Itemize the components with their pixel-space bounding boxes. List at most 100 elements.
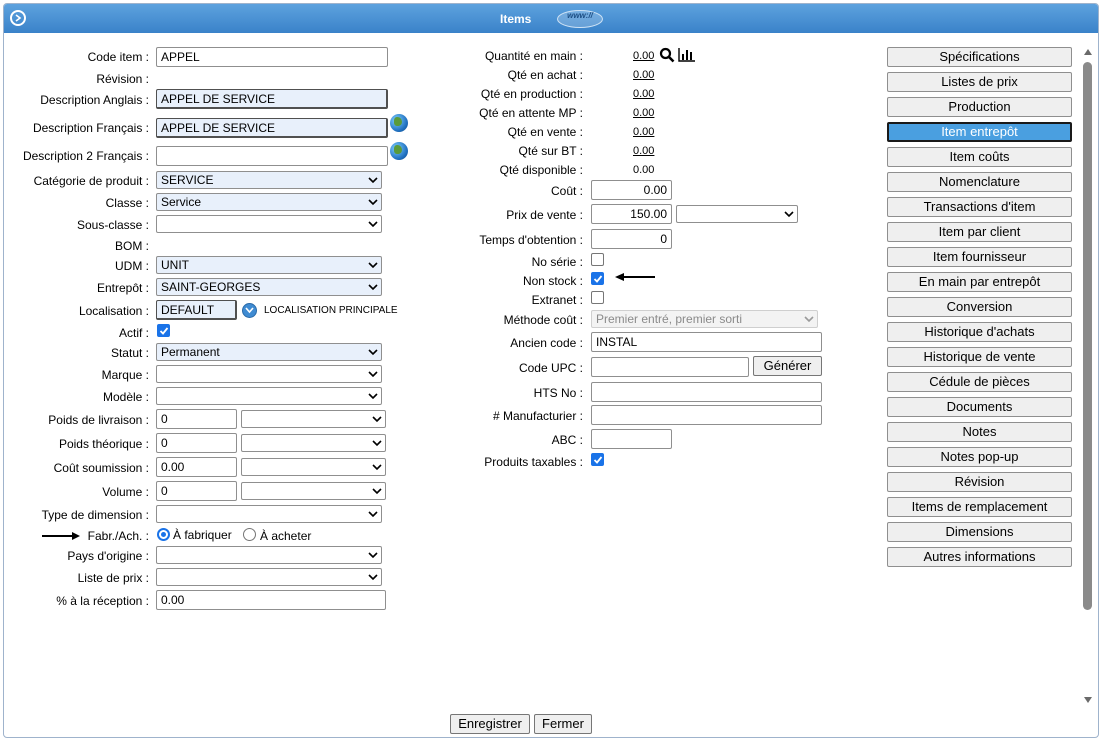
localisation-input[interactable]: DEFAULT	[156, 300, 237, 320]
classe-value: Service	[161, 195, 202, 209]
search-icon[interactable]	[659, 47, 675, 63]
sidebar-item-autres-informations[interactable]: Autres informations	[887, 547, 1072, 567]
qte-attente-mp-link[interactable]: 0.00	[633, 107, 654, 119]
sidebar-item-documents[interactable]: Documents	[887, 397, 1072, 417]
ancien-code-input[interactable]: INSTAL	[591, 332, 822, 352]
chevron-down-icon	[368, 284, 378, 291]
sidebar-item-specifications[interactable]: Spécifications	[887, 47, 1072, 67]
sidebar-item-production[interactable]: Production	[887, 97, 1072, 117]
type-dimension-select[interactable]	[156, 505, 382, 523]
qte-attente-mp-label: Qté en attente MP :	[479, 106, 583, 120]
entrepot-select[interactable]: SAINT-GEORGES	[156, 278, 382, 296]
produits-taxables-checkbox[interactable]	[591, 453, 604, 466]
sidebar-item-transactions-d-item[interactable]: Transactions d'item	[887, 197, 1072, 217]
qte-production-label: Qté en production :	[480, 87, 583, 101]
generer-button[interactable]: Générer	[753, 356, 822, 376]
bar-chart-icon[interactable]	[678, 47, 696, 62]
sidebar-item-item-par-client[interactable]: Item par client	[887, 222, 1072, 242]
sidebar-item-item-fournisseur[interactable]: Item fournisseur	[887, 247, 1072, 267]
chevron-down-icon	[368, 177, 378, 184]
sidebar-item-nomenclature[interactable]: Nomenclature	[887, 172, 1072, 192]
chevron-down-icon	[804, 316, 814, 323]
save-button[interactable]: Enregistrer	[450, 714, 530, 734]
volume-input[interactable]: 0	[156, 481, 237, 501]
qte-achat-link[interactable]: 0.00	[633, 69, 654, 81]
scroll-down-icon[interactable]	[1083, 696, 1093, 704]
extranet-checkbox[interactable]	[591, 291, 604, 304]
close-button[interactable]: Fermer	[534, 714, 592, 734]
qte-production-link[interactable]: 0.00	[633, 88, 654, 100]
localisation-lookup-icon[interactable]	[242, 303, 257, 318]
no-serie-checkbox[interactable]	[591, 253, 604, 266]
poids-livraison-input[interactable]: 0	[156, 409, 237, 429]
desc-en-input[interactable]: APPEL DE SERVICE	[156, 89, 388, 109]
web-icon[interactable]: www://	[557, 10, 603, 28]
non-stock-checkbox[interactable]	[591, 272, 604, 285]
poids-livraison-label: Poids de livraison :	[48, 413, 149, 427]
sidebar-item-items-de-remplacement[interactable]: Items de remplacement	[887, 497, 1072, 517]
scroll-up-icon[interactable]	[1083, 48, 1093, 56]
translate-globe-icon[interactable]	[390, 114, 408, 132]
chevron-down-icon	[372, 440, 382, 447]
code-item-input[interactable]: APPEL	[156, 47, 388, 67]
manufacturier-label: # Manufacturier :	[492, 409, 583, 423]
qte-vente-link[interactable]: 0.00	[633, 126, 654, 138]
sidebar-item-historique-d-achats[interactable]: Historique d'achats	[887, 322, 1072, 342]
sidebar-item-listes-de-prix[interactable]: Listes de prix	[887, 72, 1072, 92]
sidebar-item-historique-de-vente[interactable]: Historique de vente	[887, 347, 1072, 367]
desc-fr-input[interactable]: APPEL DE SERVICE	[156, 118, 388, 138]
title-bar: Items www://	[4, 4, 1098, 33]
navigate-circle-icon[interactable]	[10, 10, 26, 26]
pct-reception-input[interactable]: 0.00	[156, 590, 386, 610]
translate-globe-icon[interactable]	[390, 142, 408, 160]
qte-main-link[interactable]: 0.00	[633, 50, 654, 62]
poids-theorique-input[interactable]: 0	[156, 433, 237, 453]
categorie-select[interactable]: SERVICE	[156, 171, 382, 189]
prix-vente-input[interactable]: 150.00	[591, 204, 672, 224]
hts-no-label: HTS No :	[533, 386, 583, 400]
statut-value: Permanent	[161, 345, 220, 359]
volume-unit-select[interactable]	[241, 482, 386, 500]
code-upc-input[interactable]	[591, 357, 749, 377]
web-badge-label: www://	[567, 11, 593, 20]
hts-no-input[interactable]	[591, 382, 822, 402]
a-acheter-radio[interactable]	[243, 528, 256, 541]
sidebar-item-conversion[interactable]: Conversion	[887, 297, 1072, 317]
poids-livraison-unit-select[interactable]	[241, 410, 386, 428]
actif-checkbox[interactable]	[157, 324, 170, 337]
window-title: Items	[500, 12, 532, 26]
cout-soumission-unit-select[interactable]	[241, 458, 386, 476]
liste-prix-label: Liste de prix :	[77, 571, 149, 585]
a-acheter-label: À acheter	[260, 529, 312, 543]
scrollbar-thumb[interactable]	[1083, 62, 1092, 610]
liste-prix-select[interactable]	[156, 568, 382, 586]
sidebar-item-revision[interactable]: Révision	[887, 472, 1072, 492]
classe-select[interactable]: Service	[156, 193, 382, 211]
sidebar-item-notes[interactable]: Notes	[887, 422, 1072, 442]
udm-label: UDM :	[115, 259, 149, 273]
marque-select[interactable]	[156, 365, 382, 383]
cout-input[interactable]: 0.00	[591, 180, 672, 200]
sidebar-item-cedule-de-pieces[interactable]: Cédule de pièces	[887, 372, 1072, 392]
abc-input[interactable]	[591, 429, 672, 449]
sidebar-item-notes-pop-up[interactable]: Notes pop-up	[887, 447, 1072, 467]
pays-origine-select[interactable]	[156, 546, 382, 564]
sidebar-item-dimensions[interactable]: Dimensions	[887, 522, 1072, 542]
desc2-fr-input[interactable]	[156, 146, 388, 166]
poids-theorique-unit-select[interactable]	[241, 434, 386, 452]
sidebar-item-item-entrepot[interactable]: Item entrepôt	[887, 122, 1072, 142]
temps-obtention-input[interactable]: 0	[591, 229, 672, 249]
a-fabriquer-radio[interactable]	[157, 528, 170, 541]
cout-soumission-label: Coût soumission :	[53, 461, 149, 475]
chevron-down-icon	[368, 393, 378, 400]
statut-select[interactable]: Permanent	[156, 343, 382, 361]
manufacturier-input[interactable]	[591, 405, 822, 425]
qte-bt-link[interactable]: 0.00	[633, 145, 654, 157]
udm-select[interactable]: UNIT	[156, 256, 382, 274]
cout-soumission-input[interactable]: 0.00	[156, 457, 237, 477]
prix-vente-currency-select[interactable]	[676, 205, 798, 223]
sidebar-item-item-couts[interactable]: Item coûts	[887, 147, 1072, 167]
sous-classe-select[interactable]	[156, 215, 382, 233]
sidebar-item-en-main-par-entrepot[interactable]: En main par entrepôt	[887, 272, 1072, 292]
modele-select[interactable]	[156, 387, 382, 405]
